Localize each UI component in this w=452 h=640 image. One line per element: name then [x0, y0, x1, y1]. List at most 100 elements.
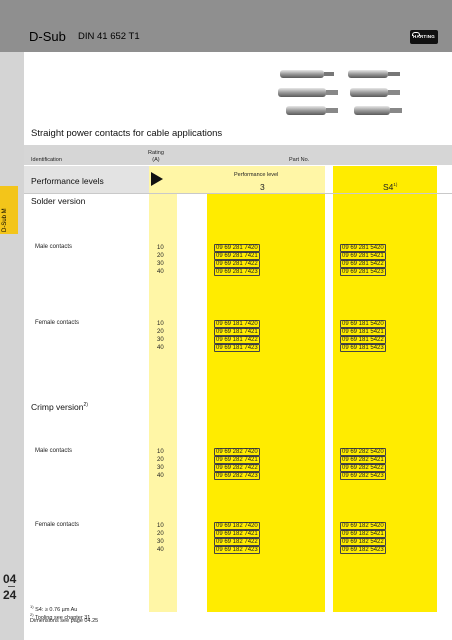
- page-title: D-Sub: [29, 29, 66, 44]
- part-number: 09 69 182 5423: [340, 545, 386, 554]
- part-number: 09 69 182 7422: [214, 537, 260, 546]
- rating-list: 10 20 30 40: [157, 522, 171, 554]
- contact-image-1: [280, 70, 334, 78]
- part-number-list: 09 69 281 5420 09 69 281 5421 09 69 281 …: [340, 244, 386, 276]
- part-number-list: 09 69 181 5420 09 69 181 5421 09 69 181 …: [340, 320, 386, 352]
- rating-list: 10 20 30 40: [157, 448, 171, 480]
- section-title-crimp: Crimp version2): [31, 402, 88, 412]
- rating-header-line1: Rating: [148, 150, 164, 156]
- part-number: 09 69 182 7423: [214, 545, 260, 554]
- footnote-mark: 2): [30, 612, 34, 617]
- rating-value: 10: [157, 449, 164, 455]
- footnote-3: Dimensions see page 04.25: [30, 618, 99, 624]
- identification-header: Identification: [31, 157, 62, 163]
- part-number: 09 69 282 7420: [214, 448, 260, 456]
- level-s4-note: 1): [393, 182, 398, 188]
- rating-value: 20: [157, 253, 164, 259]
- contact-image-6: [354, 106, 402, 115]
- part-number: 09 69 281 5423: [340, 267, 386, 276]
- page-number: 24: [3, 588, 17, 602]
- rating-value: 40: [157, 269, 164, 275]
- arrow-right-icon: [151, 172, 163, 186]
- part-number: 09 69 182 5422: [340, 537, 386, 546]
- section-title-text: Crimp version: [31, 402, 84, 412]
- group-label: Male contacts: [35, 244, 73, 250]
- level-s4-label: S41): [383, 182, 397, 192]
- page-chapter: 04: [3, 572, 17, 586]
- level3-header-bg: [177, 166, 325, 194]
- rating-value: 30: [157, 465, 164, 471]
- part-number: 09 69 281 5420: [340, 244, 386, 252]
- level-3-label: 3: [260, 182, 265, 192]
- part-number: 09 69 282 7423: [214, 471, 260, 480]
- part-number: 09 69 281 7422: [214, 259, 260, 268]
- performance-levels-label: Performance levels: [31, 176, 104, 186]
- level-s4-text: S4: [383, 182, 394, 192]
- chapter-tab-label: D-Sub M: [2, 208, 8, 232]
- part-number: 09 69 281 5422: [340, 259, 386, 268]
- part-number-list: 09 69 182 7420 09 69 182 7421 09 69 182 …: [214, 522, 260, 554]
- part-number: 09 69 281 7420: [214, 244, 260, 252]
- table-header-band: [24, 145, 452, 165]
- contact-image-3: [278, 88, 338, 97]
- part-number: 09 69 282 5423: [340, 471, 386, 480]
- part-number-list: 09 69 281 7420 09 69 281 7421 09 69 281 …: [214, 244, 260, 276]
- part-number: 09 69 181 5422: [340, 335, 386, 344]
- page-subtitle: DIN 41 652 T1: [78, 31, 140, 42]
- part-number: 09 69 282 5421: [340, 455, 386, 464]
- part-number-list: 09 69 282 7420 09 69 282 7421 09 69 282 …: [214, 448, 260, 480]
- rating-value: 10: [157, 523, 164, 529]
- rating-value: 10: [157, 245, 164, 251]
- part-number: 09 69 181 7421: [214, 327, 260, 336]
- section-title-note: 2): [83, 402, 88, 409]
- contact-image-2: [348, 70, 400, 78]
- rating-value: 40: [157, 345, 164, 351]
- part-number-list: 09 69 282 5420 09 69 282 5421 09 69 282 …: [340, 448, 386, 480]
- rating-value: 30: [157, 337, 164, 343]
- part-number: 09 69 282 7421: [214, 455, 260, 464]
- part-no-header: Part No.: [289, 157, 310, 163]
- rating-value: 10: [157, 321, 164, 327]
- part-number: 09 69 282 5422: [340, 463, 386, 472]
- rating-value: 40: [157, 547, 164, 553]
- product-photo: [278, 70, 402, 115]
- rating-value: 20: [157, 329, 164, 335]
- rating-value: 30: [157, 261, 164, 267]
- part-number: 09 69 182 7420: [214, 522, 260, 530]
- rating-value: 40: [157, 473, 164, 479]
- harting-logo: HARTING: [410, 30, 438, 44]
- group-label: Female contacts: [35, 522, 80, 528]
- group-label: Male contacts: [35, 448, 73, 454]
- part-number: 09 69 181 7422: [214, 335, 260, 344]
- part-number-list: 09 69 182 5420 09 69 182 5421 09 69 182 …: [340, 522, 386, 554]
- part-number: 09 69 281 7423: [214, 267, 260, 276]
- part-number: 09 69 282 7422: [214, 463, 260, 472]
- sidebar: [0, 52, 24, 640]
- footnote-mark: 1): [30, 604, 34, 609]
- part-number: 09 69 181 7420: [214, 320, 260, 328]
- group-label: Female contacts: [35, 320, 80, 326]
- part-number: 09 69 182 7421: [214, 529, 260, 538]
- section-title-solder: Solder version: [31, 196, 86, 206]
- contact-image-4: [350, 88, 400, 97]
- page-number-divider: [8, 586, 15, 587]
- performance-level-header: Performance level: [234, 172, 279, 178]
- part-number: 09 69 182 5420: [340, 522, 386, 530]
- page-header: D-Sub DIN 41 652 T1 HARTING: [0, 0, 452, 52]
- part-number: 09 69 181 5420: [340, 320, 386, 328]
- contact-image-5: [286, 106, 338, 115]
- rating-header-line2: (A): [152, 157, 160, 163]
- rating-header: Rating (A): [148, 150, 164, 164]
- part-number: 09 69 181 5423: [340, 343, 386, 352]
- part-number: 09 69 281 7421: [214, 251, 260, 260]
- part-number: 09 69 181 5421: [340, 327, 386, 336]
- part-number: 09 69 282 5420: [340, 448, 386, 456]
- row-divider: [24, 193, 452, 194]
- part-number: 09 69 281 5421: [340, 251, 386, 260]
- rating-value: 20: [157, 457, 164, 463]
- part-number: 09 69 181 7423: [214, 343, 260, 352]
- rating-list: 10 20 30 40: [157, 320, 171, 352]
- rating-list: 10 20 30 40: [157, 244, 171, 276]
- rating-value: 30: [157, 539, 164, 545]
- rating-value: 20: [157, 531, 164, 537]
